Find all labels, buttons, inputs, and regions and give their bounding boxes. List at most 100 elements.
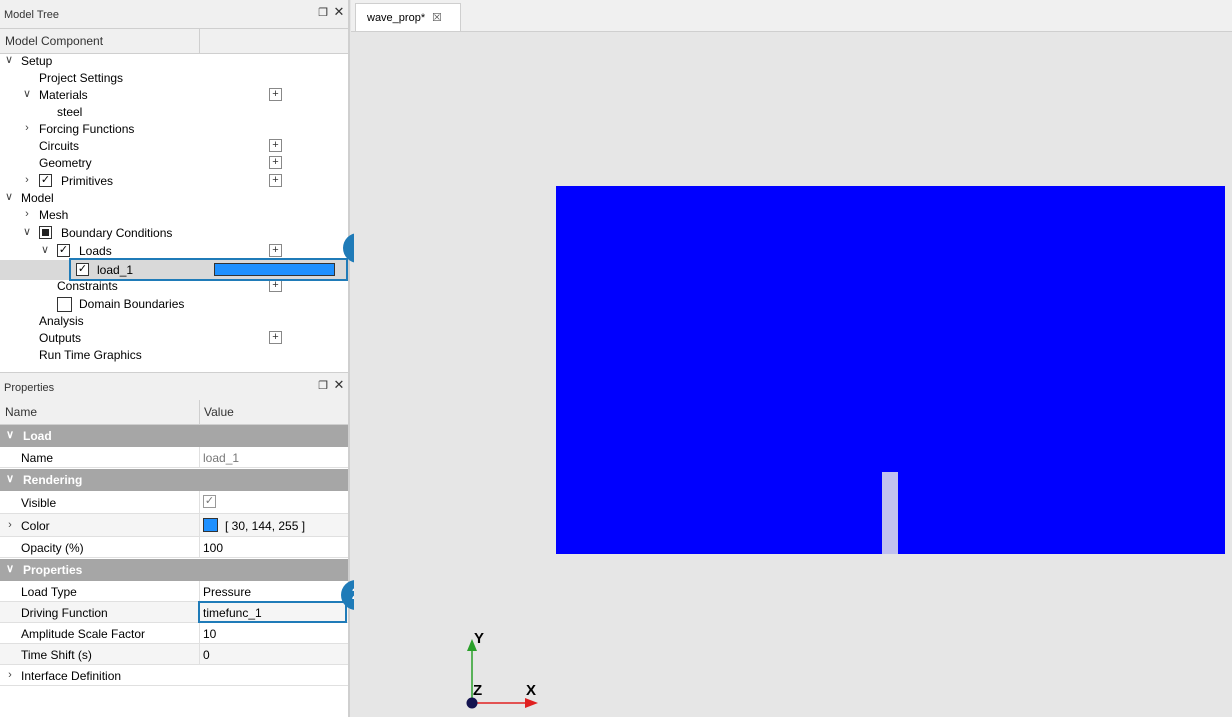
- add-circuit-button[interactable]: +: [269, 139, 282, 152]
- prop-row-time-shift: Time Shift (s) 0: [0, 644, 349, 665]
- tree-item-label: Setup: [21, 54, 53, 68]
- prop-label: Amplitude Scale Factor: [21, 627, 146, 641]
- tree-item-label: Model: [21, 191, 54, 205]
- primitives-checkbox[interactable]: ✓: [39, 174, 52, 187]
- chevron-down-icon[interactable]: ∨: [5, 564, 15, 575]
- tree-item-label: Constraints: [57, 279, 118, 293]
- prop-value-color: [ 30, 144, 255 ]: [225, 519, 306, 533]
- domain-boundaries-checkbox[interactable]: [57, 297, 72, 312]
- tree-item-label: Primitives: [61, 174, 114, 188]
- chevron-down-icon[interactable]: ∨: [22, 227, 32, 238]
- axis-label-x: X: [526, 682, 537, 699]
- add-material-button[interactable]: +: [269, 88, 282, 101]
- add-primitive-button[interactable]: +: [269, 174, 282, 187]
- prop-label: Time Shift (s): [21, 648, 92, 662]
- section-label: Load: [23, 429, 52, 443]
- z-axis-dot: [466, 697, 478, 709]
- tree-item-boundary-conditions[interactable]: ∨ Boundary Conditions: [0, 225, 349, 242]
- restore-icon[interactable]: ❐: [317, 380, 329, 392]
- chevron-right-icon[interactable]: ›: [22, 123, 32, 134]
- chevron-down-icon[interactable]: ∨: [5, 430, 15, 441]
- column-value: Value: [204, 405, 234, 419]
- tree-item-setup[interactable]: ∨ Setup: [0, 53, 349, 70]
- section-load[interactable]: ∨ Load: [0, 425, 349, 447]
- chevron-down-icon[interactable]: ∨: [22, 89, 32, 100]
- tree-item-domain-boundaries[interactable]: Domain Boundaries: [0, 296, 349, 313]
- loads-checkbox[interactable]: ✓: [57, 244, 70, 257]
- panel-splitter[interactable]: [348, 0, 350, 717]
- prop-value-time-shift[interactable]: 0: [203, 648, 210, 662]
- tree-item-label: Loads: [79, 244, 112, 258]
- load-region[interactable]: [882, 472, 898, 554]
- axis-triad: [466, 639, 538, 709]
- restore-icon[interactable]: ❐: [317, 7, 329, 19]
- tree-item-label: Run Time Graphics: [39, 348, 142, 362]
- properties-title: Properties: [4, 382, 55, 394]
- boundary-conditions-checkbox[interactable]: [39, 226, 52, 239]
- tree-item-project-settings[interactable]: Project Settings: [0, 70, 349, 87]
- tree-item-label: Domain Boundaries: [79, 297, 185, 311]
- tree-item-label: Boundary Conditions: [61, 226, 173, 240]
- chevron-right-icon[interactable]: ›: [5, 520, 15, 531]
- properties-column-header: Name Value: [0, 400, 349, 425]
- prop-value-opacity[interactable]: 100: [203, 541, 223, 555]
- close-icon[interactable]: ✕: [333, 5, 345, 18]
- tree-item-run-time-graphics[interactable]: Run Time Graphics: [0, 347, 349, 364]
- prop-row-load-type: Load Type Pressure: [0, 581, 349, 602]
- highlight-driving-function: [198, 601, 347, 623]
- chevron-right-icon[interactable]: ›: [5, 670, 15, 681]
- tree-item-mesh[interactable]: › Mesh: [0, 207, 349, 224]
- properties-titlebar: Properties ❐ ✕: [0, 372, 349, 402]
- prop-label: Color: [21, 519, 50, 533]
- color-swatch[interactable]: [203, 518, 218, 532]
- tree-item-geometry[interactable]: Geometry +: [0, 155, 349, 172]
- chevron-down-icon[interactable]: ∨: [5, 474, 15, 485]
- tab-label: wave_prop*: [367, 12, 426, 24]
- chevron-down-icon[interactable]: ∨: [4, 55, 14, 66]
- chevron-down-icon[interactable]: ∨: [40, 245, 50, 256]
- prop-value-amplitude[interactable]: 10: [203, 627, 216, 641]
- tree-item-label: Materials: [39, 88, 88, 102]
- tree-item-steel[interactable]: steel: [0, 104, 349, 121]
- prop-row-interface-definition[interactable]: › Interface Definition: [0, 665, 349, 686]
- section-rendering[interactable]: ∨ Rendering: [0, 469, 349, 491]
- left-panel: Model Tree ❐ ✕ Model Component ∨ Setup P…: [0, 0, 350, 717]
- chevron-down-icon[interactable]: ∨: [4, 192, 14, 203]
- section-properties[interactable]: ∨ Properties: [0, 559, 349, 581]
- prop-label: Visible: [21, 496, 57, 510]
- prop-value-name: load_1: [203, 451, 240, 465]
- column-model-component: Model Component: [5, 34, 104, 48]
- column-name: Name: [5, 405, 38, 419]
- add-load-button[interactable]: +: [269, 244, 282, 257]
- tree-item-label: Forcing Functions: [39, 122, 135, 136]
- tree-item-outputs[interactable]: Outputs +: [0, 330, 349, 347]
- prop-label: Name: [21, 451, 54, 465]
- chevron-right-icon[interactable]: ›: [22, 175, 32, 186]
- axis-label-z: Z: [473, 682, 483, 699]
- section-label: Rendering: [23, 473, 83, 487]
- prop-row-amplitude: Amplitude Scale Factor 10: [0, 623, 349, 644]
- prop-label: Interface Definition: [21, 669, 122, 683]
- tree-item-circuits[interactable]: Circuits +: [0, 138, 349, 155]
- x-axis-arrow: [525, 698, 538, 708]
- model-tree-title: Model Tree: [4, 9, 60, 21]
- tree-item-label: Outputs: [39, 331, 82, 345]
- add-geometry-button[interactable]: +: [269, 156, 282, 169]
- close-tab-icon[interactable]: ☒: [432, 11, 442, 24]
- tree-item-forcing-functions[interactable]: › Forcing Functions: [0, 121, 349, 138]
- tree-item-analysis[interactable]: Analysis: [0, 313, 349, 330]
- close-icon[interactable]: ✕: [333, 378, 345, 391]
- axis-label-y: Y: [474, 630, 485, 647]
- tree-item-primitives[interactable]: › ✓ Primitives +: [0, 173, 349, 190]
- tree-item-materials[interactable]: ∨ Materials +: [0, 87, 349, 104]
- prop-value-load-type[interactable]: Pressure: [203, 585, 251, 599]
- add-output-button[interactable]: +: [269, 331, 282, 344]
- editor-tabbar: wave_prop* ☒: [351, 0, 1232, 32]
- chevron-right-icon[interactable]: ›: [22, 209, 32, 220]
- section-label: Properties: [23, 563, 83, 577]
- prop-row-name: Name load_1: [0, 447, 349, 468]
- tree-item-model[interactable]: ∨ Model: [0, 190, 349, 207]
- visible-checkbox[interactable]: ✓: [203, 495, 216, 508]
- tab-wave-prop[interactable]: wave_prop* ☒: [355, 3, 461, 31]
- prop-row-visible: Visible ✓: [0, 491, 349, 514]
